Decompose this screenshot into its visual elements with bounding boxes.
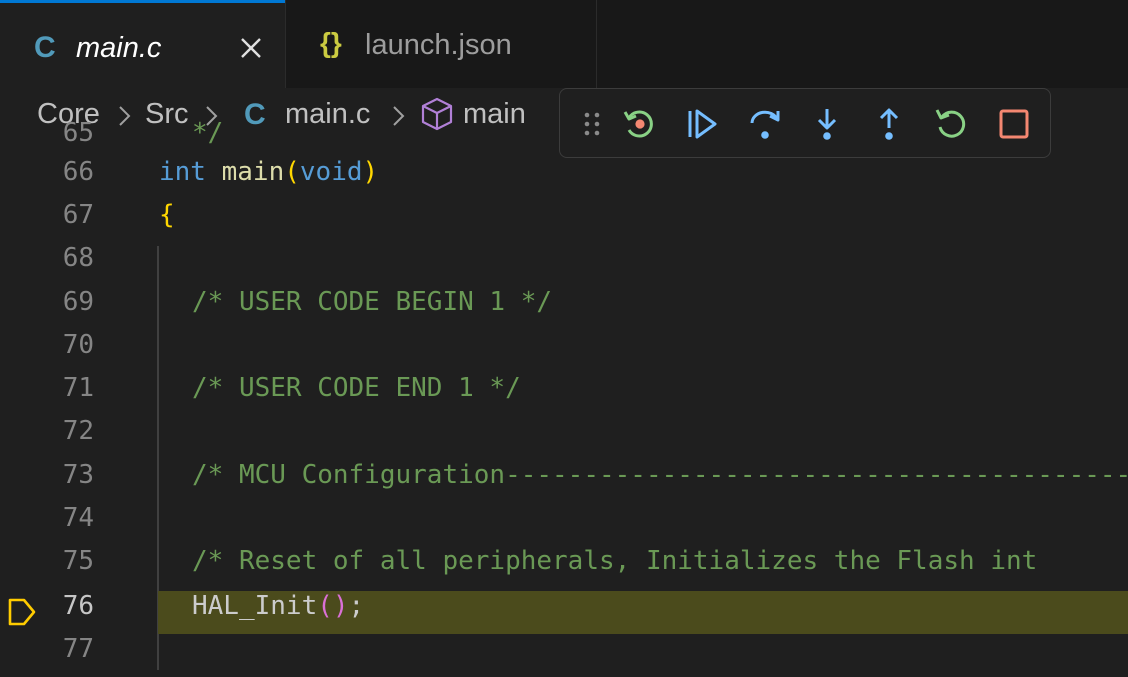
code-text: HAL_Init(); <box>192 591 364 621</box>
tab-label: launch.json <box>365 29 512 61</box>
restart-icon[interactable] <box>933 106 969 142</box>
gripper-icon[interactable] <box>574 106 610 142</box>
line-number: 69 <box>62 287 94 317</box>
tab-bar: C main.c {} launch.json <box>0 0 1128 88</box>
line-number: 73 <box>62 460 94 490</box>
code-editor[interactable]: 65 */ 66 int main(void) 67 { 68 69 /* US… <box>0 118 1128 670</box>
code-line: 74 <box>0 503 1128 546</box>
brace: { <box>159 200 175 230</box>
line-number: 70 <box>62 330 94 360</box>
bracket: ( <box>284 157 300 187</box>
keyword: void <box>299 157 363 187</box>
line-number: 75 <box>62 546 94 576</box>
semicolon: ; <box>348 591 365 621</box>
step-out-icon[interactable] <box>871 106 907 142</box>
line-number: 67 <box>62 200 94 230</box>
line-number: 74 <box>62 503 94 533</box>
code-line: 69 /* USER CODE BEGIN 1 */ <box>0 287 1128 330</box>
close-icon[interactable] <box>236 33 266 63</box>
code-line-current: 76 HAL_Init(); <box>0 591 1128 634</box>
restart-frame-icon[interactable] <box>621 106 657 142</box>
step-over-icon[interactable] <box>747 106 783 142</box>
comment: /* USER CODE END 1 */ <box>192 373 521 403</box>
bracket: ) <box>362 157 379 187</box>
line-number: 66 <box>62 157 94 187</box>
c-file-icon: C <box>34 31 56 64</box>
code-line: 70 <box>0 330 1128 373</box>
code-text: */ <box>192 118 224 148</box>
comment: /* USER CODE BEGIN 1 */ <box>192 287 553 317</box>
stop-icon[interactable] <box>996 106 1032 142</box>
comment: /* Reset of all peripherals, Initializes… <box>192 546 1038 576</box>
comment: /* MCU Configuration--------------------… <box>192 460 1128 490</box>
function-name: main <box>221 157 285 187</box>
line-number: 71 <box>62 373 94 403</box>
function-call: HAL_Init <box>192 591 318 621</box>
code-line: 66 int main(void) <box>0 157 1128 200</box>
code-line: 67 { <box>0 200 1128 243</box>
json-file-icon: {} <box>320 27 342 58</box>
tab-launch-json[interactable]: {} launch.json <box>285 0 597 88</box>
code-line: 77 <box>0 634 1128 677</box>
code-line: 75 /* Reset of all peripherals, Initiali… <box>0 546 1128 589</box>
keyword: int <box>159 157 206 187</box>
tab-main-c[interactable]: C main.c <box>0 0 285 88</box>
step-into-icon[interactable] <box>809 106 845 142</box>
line-number: 77 <box>62 634 94 664</box>
code-text: int main(void) <box>159 157 378 187</box>
code-line: 68 <box>0 243 1128 286</box>
bracket: ) <box>332 591 349 621</box>
bracket: ( <box>317 591 333 621</box>
line-number: 76 <box>62 591 94 621</box>
code-line: 72 <box>0 416 1128 459</box>
code-line: 73 /* MCU Configuration-----------------… <box>0 460 1128 503</box>
tab-label: main.c <box>76 32 162 64</box>
line-number: 72 <box>62 416 94 446</box>
code-line: 71 /* USER CODE END 1 */ <box>0 373 1128 416</box>
line-number: 65 <box>62 118 94 148</box>
line-number: 68 <box>62 243 94 273</box>
debug-toolbar <box>559 88 1051 158</box>
continue-icon[interactable] <box>684 106 720 142</box>
